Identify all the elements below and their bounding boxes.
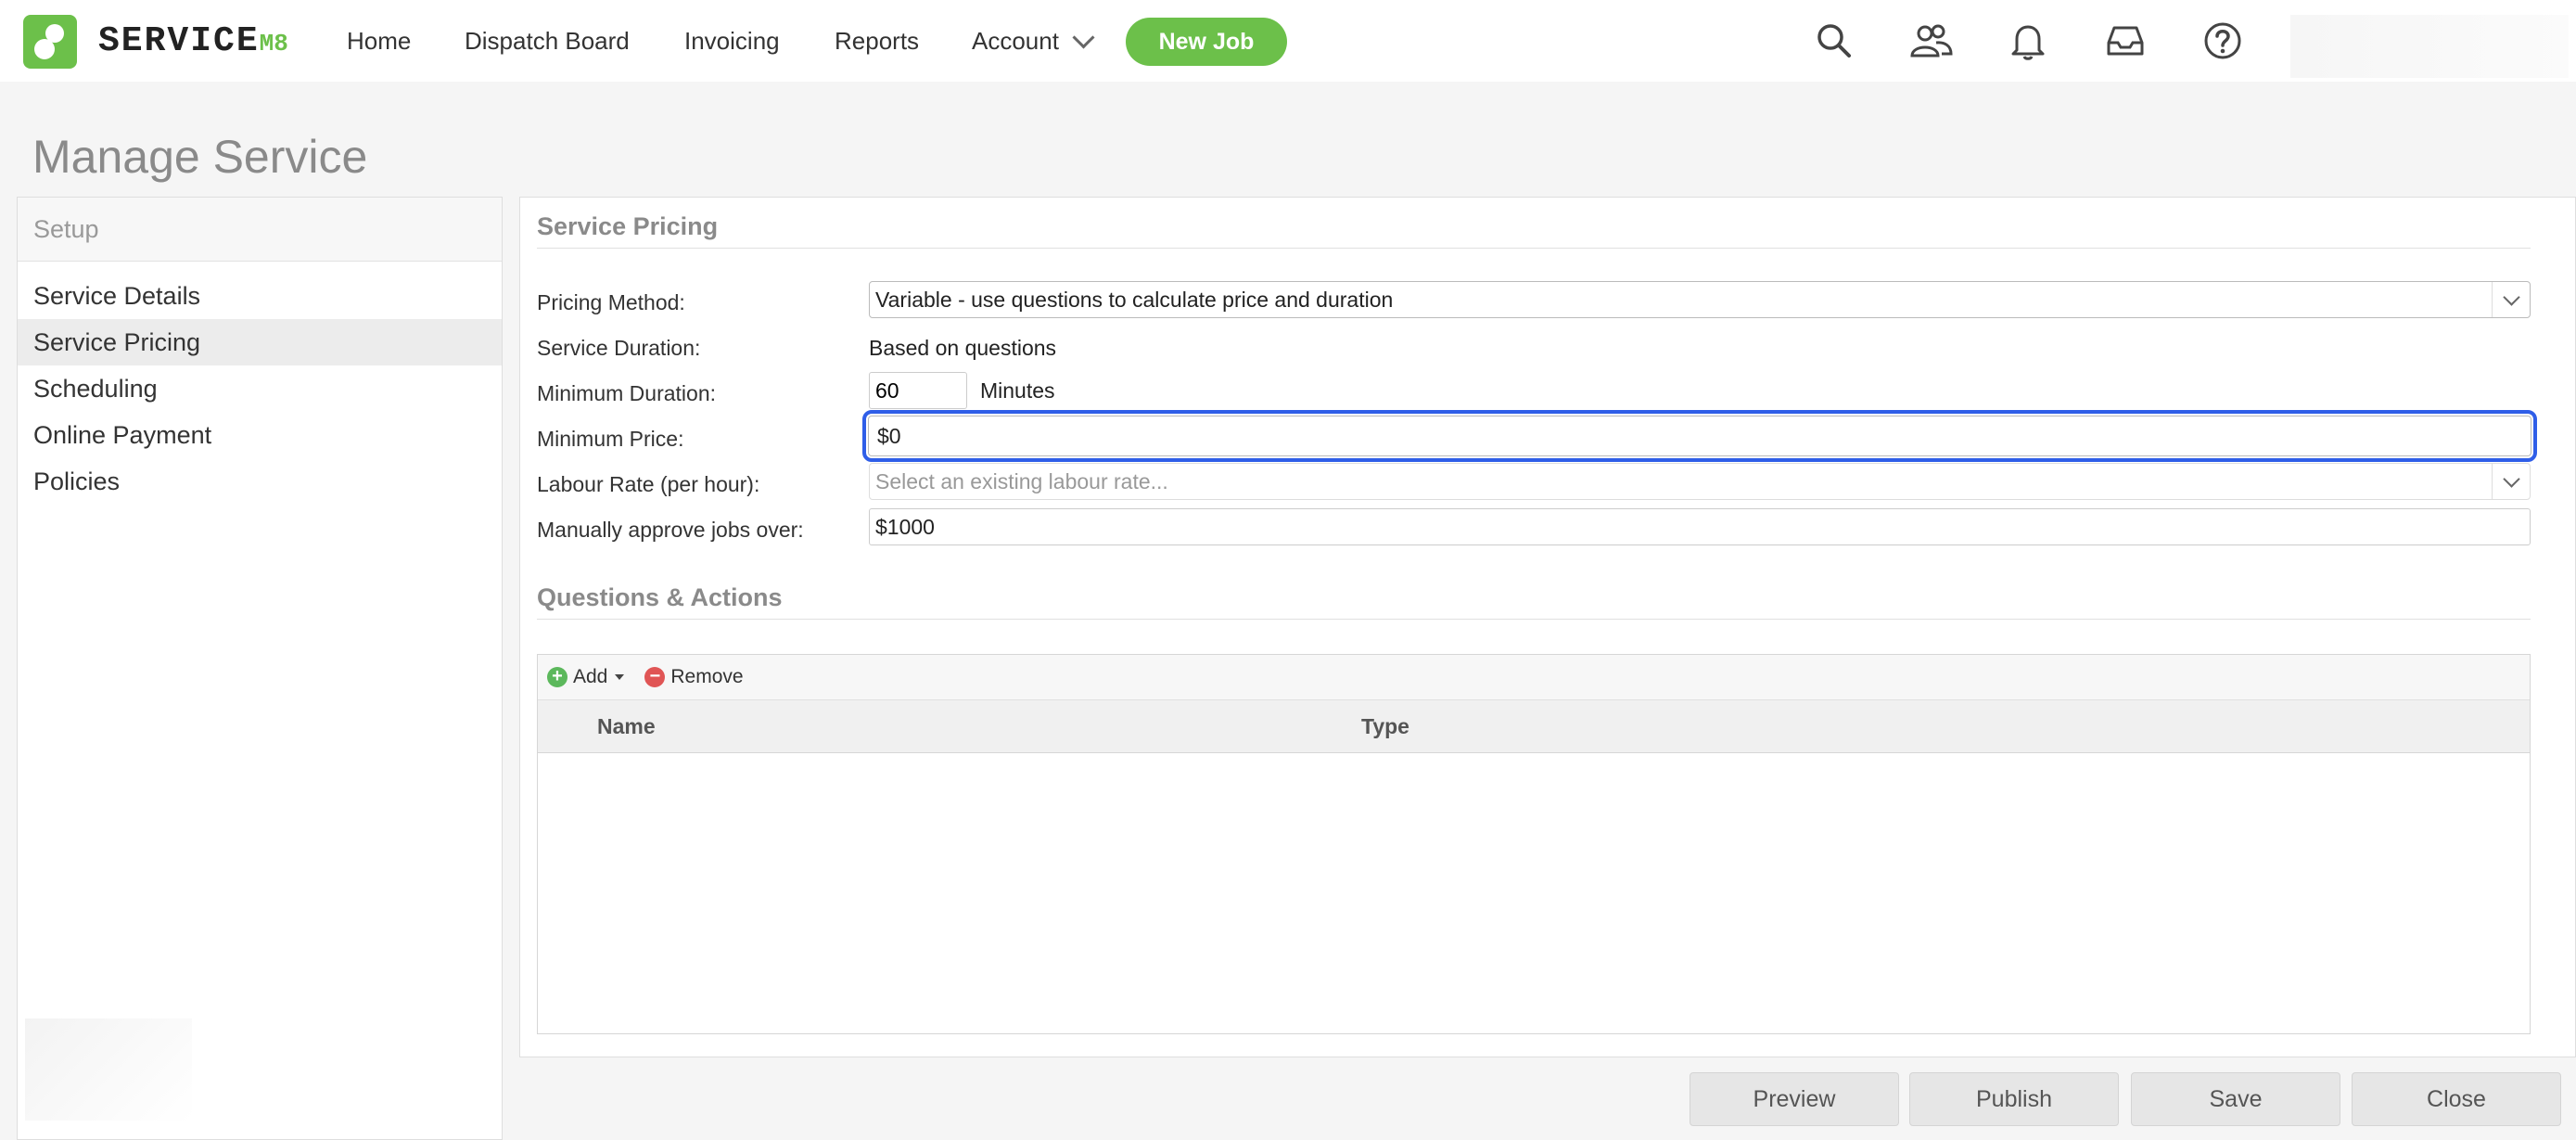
- remove-icon: −: [644, 667, 666, 687]
- chevron-down-icon: [1072, 25, 1095, 49]
- nav-invoicing-label: Invoicing: [684, 26, 780, 55]
- grid-header-row: Name Type: [538, 700, 2530, 753]
- nav-account-menu[interactable]: Account: [972, 0, 1095, 82]
- grid-toolbar: + Add − Remove: [538, 655, 2530, 700]
- questions-actions-title: Questions & Actions: [537, 583, 783, 611]
- add-icon: +: [547, 667, 567, 687]
- sidebar-item-policies[interactable]: Policies: [18, 458, 502, 505]
- manual-approve-input[interactable]: [869, 508, 2531, 545]
- nav-invoicing[interactable]: Invoicing: [684, 0, 780, 82]
- service-duration-label: Service Duration:: [537, 336, 701, 360]
- labour-rate-label: Labour Rate (per hour):: [537, 472, 760, 496]
- minimum-price-label: Minimum Price:: [537, 427, 684, 451]
- minimum-price-input[interactable]: [862, 410, 2537, 462]
- column-header-name[interactable]: Name: [597, 700, 656, 752]
- service-duration-value: Based on questions: [869, 336, 1057, 360]
- nav-dispatch-label: Dispatch Board: [465, 26, 630, 55]
- nav-home-label: Home: [347, 26, 412, 55]
- minimum-duration-unit: Minutes: [980, 378, 1055, 403]
- servicem8-logo-text[interactable]: SERVICEM8: [98, 20, 288, 63]
- column-header-type[interactable]: Type: [1361, 700, 1409, 752]
- servicem8-logo-icon[interactable]: [23, 15, 77, 69]
- logo-text-main: SERVICE: [98, 21, 260, 61]
- new-job-button[interactable]: New Job: [1126, 18, 1287, 66]
- service-pricing-title: Service Pricing: [537, 212, 719, 240]
- logo-text-suffix: M8: [259, 30, 288, 58]
- labour-rate-placeholder: Select an existing labour rate...: [875, 469, 1168, 493]
- user-account-area[interactable]: [2290, 15, 2569, 78]
- setup-sidebar: Setup Service Details Service Pricing Sc…: [17, 197, 503, 1140]
- add-question-button[interactable]: + Add: [547, 666, 625, 688]
- sidebar-item-scheduling[interactable]: Scheduling: [18, 365, 502, 412]
- save-button[interactable]: Save: [2131, 1072, 2340, 1126]
- sidebar-header: Setup: [18, 198, 502, 262]
- service-pricing-panel: Service Pricing Pricing Method: Variable…: [519, 197, 2576, 1057]
- pricing-method-value: Variable - use questions to calculate pr…: [875, 288, 1394, 312]
- publish-button[interactable]: Publish: [1909, 1072, 2119, 1126]
- nav-account-label: Account: [972, 26, 1059, 55]
- pricing-method-select[interactable]: Variable - use questions to calculate pr…: [869, 281, 2531, 318]
- chevron-down-icon[interactable]: [2492, 464, 2530, 499]
- nav-reports-label: Reports: [835, 26, 920, 55]
- minimum-duration-input[interactable]: [869, 372, 967, 409]
- manual-approve-label: Manually approve jobs over:: [537, 518, 804, 542]
- nav-reports[interactable]: Reports: [835, 0, 919, 82]
- sidebar-item-service-pricing[interactable]: Service Pricing: [18, 319, 502, 365]
- bell-icon[interactable]: [2006, 19, 2050, 63]
- labour-rate-select[interactable]: Select an existing labour rate...: [869, 463, 2531, 500]
- chevron-down-icon[interactable]: [2492, 282, 2530, 317]
- remove-label: Remove: [670, 666, 744, 687]
- sidebar-decoration: [25, 1018, 192, 1121]
- preview-button[interactable]: Preview: [1690, 1072, 1899, 1126]
- pricing-method-label: Pricing Method:: [537, 290, 685, 314]
- top-navigation-bar: SERVICEM8 Home Dispatch Board Invoicing …: [0, 0, 2576, 82]
- questions-grid: + Add − Remove Name Type: [537, 654, 2531, 1034]
- inbox-icon[interactable]: [2103, 19, 2148, 63]
- sidebar-item-online-payment[interactable]: Online Payment: [18, 412, 502, 458]
- minimum-duration-label: Minimum Duration:: [537, 381, 716, 405]
- section-divider: [537, 248, 2531, 249]
- remove-question-button[interactable]: − Remove: [644, 666, 744, 688]
- section-divider: [537, 619, 2531, 620]
- nav-dispatch-board[interactable]: Dispatch Board: [465, 0, 630, 82]
- add-label: Add: [573, 666, 608, 687]
- nav-home[interactable]: Home: [347, 0, 411, 82]
- page-title: Manage Service: [32, 131, 368, 183]
- search-icon[interactable]: [1812, 19, 1856, 63]
- people-icon[interactable]: [1908, 19, 1953, 63]
- help-icon[interactable]: [2200, 19, 2245, 63]
- sidebar-item-service-details[interactable]: Service Details: [18, 273, 502, 319]
- close-button[interactable]: Close: [2352, 1072, 2561, 1126]
- dropdown-arrow-icon: [615, 674, 625, 680]
